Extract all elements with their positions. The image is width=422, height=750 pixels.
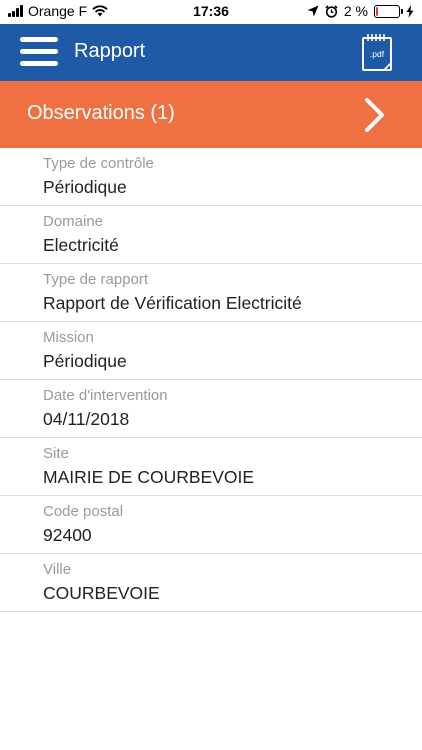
detail-row-ville: Ville COURBEVOIE	[0, 554, 422, 612]
battery-percentage: 2 %	[343, 3, 368, 19]
hamburger-menu-icon[interactable]	[20, 37, 58, 67]
page-title: Rapport	[74, 40, 146, 62]
detail-label: Domaine	[43, 213, 104, 230]
detail-label: Code postal	[43, 503, 124, 520]
detail-value: MAIRIE DE COURBEVOIE	[43, 467, 255, 487]
pdf-export-button[interactable]: .pdf	[362, 33, 392, 71]
detail-row-site: Site MAIRIE DE COURBEVOIE	[0, 438, 422, 496]
observations-button[interactable]: Observations (1)	[0, 81, 422, 148]
location-arrow-icon	[307, 5, 319, 17]
detail-value: 92400	[43, 525, 92, 545]
detail-row-type-de-rapport: Type de rapport Rapport de Vérification …	[0, 264, 422, 322]
observations-label: Observations (1)	[27, 102, 175, 124]
pdf-label: .pdf	[370, 49, 385, 59]
detail-label: Type de contrôle	[43, 155, 154, 172]
detail-value: Rapport de Vérification Electricité	[43, 293, 302, 313]
app-header: Rapport .pdf	[0, 24, 422, 81]
detail-row-mission: Mission Périodique	[0, 322, 422, 380]
detail-label: Date d'intervention	[43, 387, 168, 404]
report-details-list: Type de contrôle Périodique Domaine Elec…	[0, 148, 422, 612]
detail-value: Périodique	[43, 351, 127, 371]
pdf-document-icon: .pdf	[362, 34, 392, 71]
status-bar: Orange F 17:36 2 %	[0, 0, 422, 24]
detail-value: 04/11/2018	[43, 409, 130, 429]
detail-value: Périodique	[43, 177, 127, 197]
detail-row-code-postal: Code postal 92400	[0, 496, 422, 554]
detail-label: Type de rapport	[43, 271, 149, 288]
status-bar-right: 2 %	[307, 3, 414, 19]
detail-label: Site	[43, 445, 69, 462]
battery-icon	[374, 4, 403, 18]
detail-value: COURBEVOIE	[43, 583, 160, 603]
detail-label: Ville	[43, 561, 72, 578]
charging-bolt-icon	[406, 4, 414, 18]
battery-level-fill	[376, 6, 378, 16]
detail-label: Mission	[43, 329, 94, 346]
screen: Orange F 17:36 2 % Rapport .pdf Observat…	[0, 0, 422, 750]
detail-row-domaine: Domaine Electricité	[0, 206, 422, 264]
detail-row-date-intervention: Date d'intervention 04/11/2018	[0, 380, 422, 438]
chevron-right-icon	[365, 98, 384, 132]
alarm-clock-icon	[325, 4, 338, 18]
detail-value: Electricité	[43, 235, 119, 255]
detail-row-type-de-controle: Type de contrôle Périodique	[0, 148, 422, 206]
